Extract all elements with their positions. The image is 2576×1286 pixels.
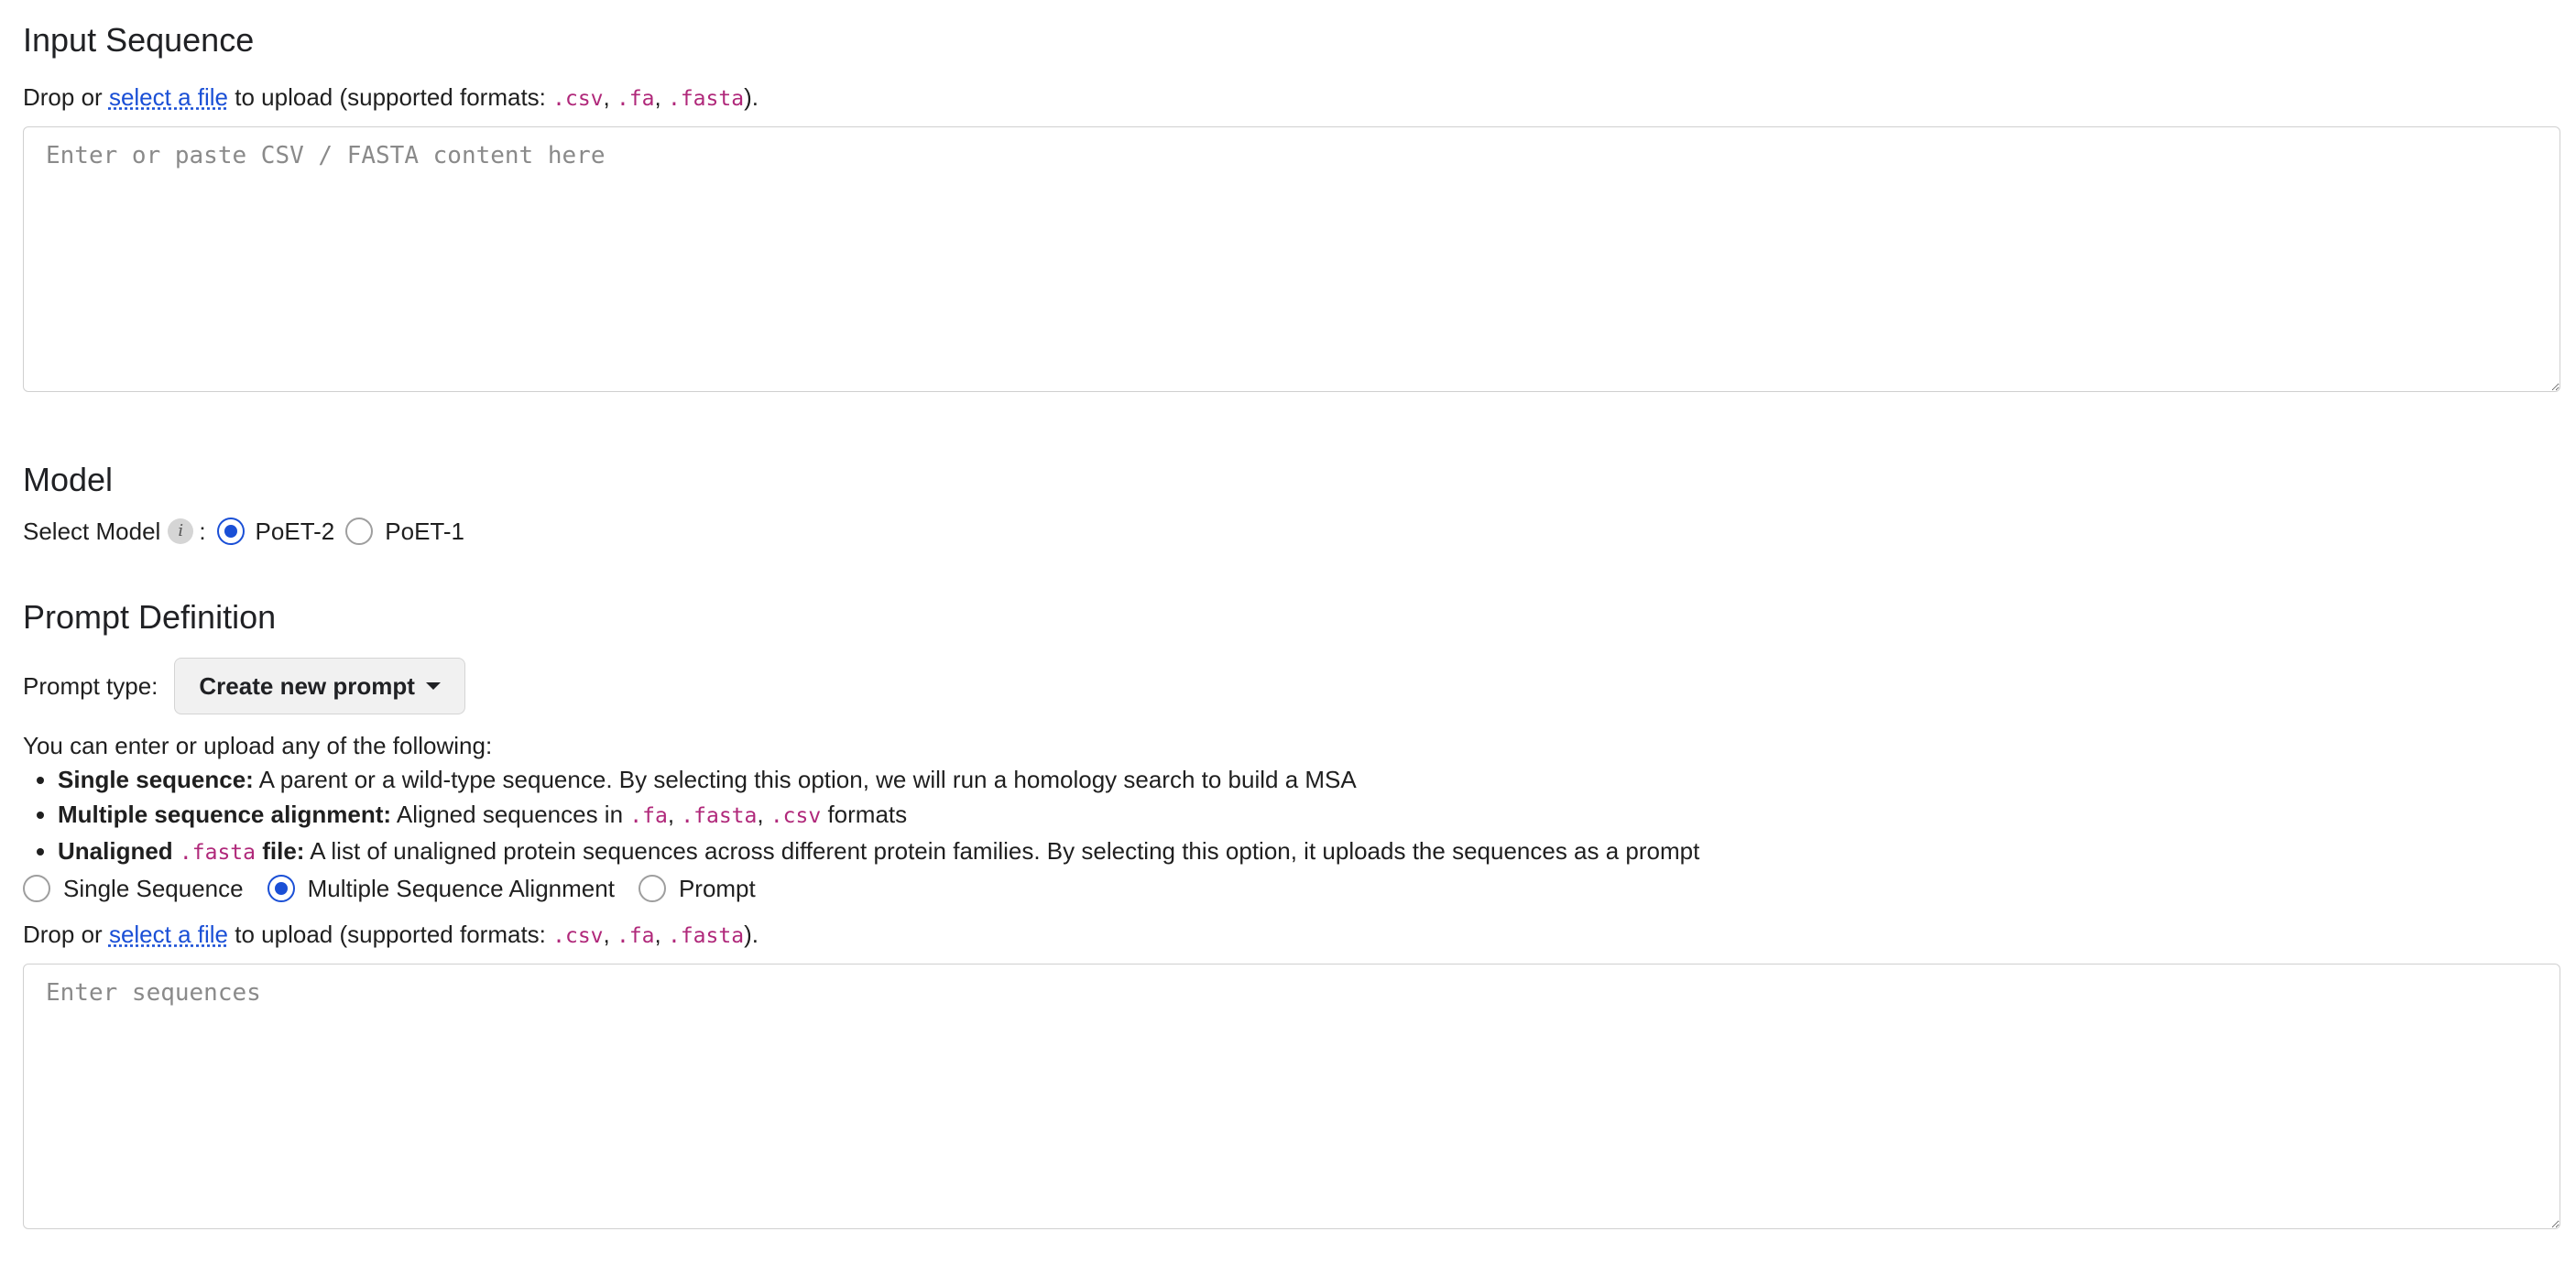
format-csv: .csv bbox=[552, 924, 604, 948]
radio-poet-2-label[interactable]: PoET-2 bbox=[256, 515, 335, 548]
radio-poet-1-label[interactable]: PoET-1 bbox=[385, 515, 464, 548]
radio-multiple-sequence-alignment[interactable] bbox=[267, 875, 295, 902]
radio-prompt[interactable] bbox=[638, 875, 666, 902]
prompt-options-list: Single sequence: A parent or a wild-type… bbox=[23, 762, 2553, 870]
format-fa: .fa bbox=[616, 87, 655, 111]
radio-msa-label[interactable]: Multiple Sequence Alignment bbox=[308, 872, 615, 905]
prompt-select-file-link[interactable]: select a file bbox=[109, 921, 228, 948]
radio-prompt-label[interactable]: Prompt bbox=[679, 872, 756, 905]
format-fasta: .fasta bbox=[667, 87, 745, 111]
list-item: Multiple sequence alignment: Aligned seq… bbox=[58, 797, 2553, 834]
prompt-type-label: Prompt type: bbox=[23, 672, 158, 700]
prompt-upload-hint: Drop or select a file to upload (support… bbox=[23, 921, 759, 948]
list-item: Single sequence: A parent or a wild-type… bbox=[58, 762, 2553, 797]
prompt-type-row: Prompt type: Create new prompt bbox=[23, 658, 2553, 714]
prompt-source-radio-row: Single Sequence Multiple Sequence Alignm… bbox=[23, 872, 2553, 905]
model-title: Model bbox=[23, 461, 114, 498]
radio-poet-1[interactable] bbox=[345, 518, 374, 545]
select-model-label: Select Model bbox=[23, 518, 161, 545]
input-select-file-link[interactable]: select a file bbox=[109, 83, 228, 111]
input-sequence-title: Input Sequence bbox=[23, 21, 255, 59]
format-fasta: .fasta bbox=[667, 924, 745, 948]
prompt-definition-title: Prompt Definition bbox=[23, 598, 277, 636]
input-upload-hint: Drop or select a file to upload (support… bbox=[23, 83, 759, 111]
prompt-type-value: Create new prompt bbox=[199, 672, 415, 700]
radio-single-sequence[interactable] bbox=[23, 875, 50, 902]
model-select-row: Select Model i : PoET-2 PoET-1 bbox=[23, 515, 2553, 548]
prompt-intro: You can enter or upload any of the follo… bbox=[23, 732, 493, 759]
prompt-sequences-textarea[interactable] bbox=[23, 964, 2560, 1229]
input-sequence-textarea[interactable] bbox=[23, 126, 2560, 392]
chevron-down-icon bbox=[425, 682, 441, 690]
format-csv: .csv bbox=[552, 87, 604, 111]
info-icon[interactable]: i bbox=[168, 518, 194, 544]
format-fa: .fa bbox=[616, 924, 655, 948]
radio-single-sequence-label[interactable]: Single Sequence bbox=[63, 872, 244, 905]
list-item: Unaligned .fasta file: A list of unalign… bbox=[58, 834, 2553, 870]
radio-poet-2[interactable] bbox=[216, 518, 245, 545]
prompt-type-dropdown[interactable]: Create new prompt bbox=[174, 658, 465, 714]
